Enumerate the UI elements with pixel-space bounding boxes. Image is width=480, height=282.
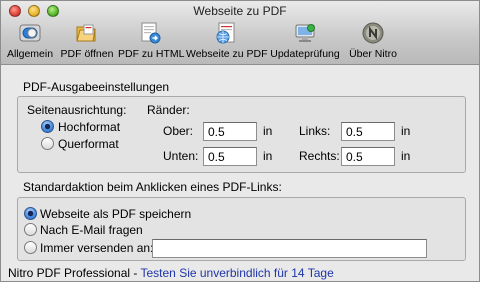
top-margin-unit: in (263, 124, 273, 138)
ask-email-label[interactable]: Nach E-Mail fragen (40, 223, 143, 237)
toolbar-label: Webseite zu PDF (186, 48, 268, 60)
titlebar: Webseite zu PDF Allgemein PDF öffnen PDF… (1, 1, 479, 65)
top-margin-input[interactable] (203, 122, 257, 141)
save-as-pdf-radio[interactable] (24, 207, 37, 220)
right-margin-label: Rechts: (299, 149, 340, 163)
landscape-radio[interactable] (41, 137, 54, 150)
left-margin-label: Links: (299, 124, 331, 138)
always-send-radio[interactable] (24, 241, 37, 254)
window-title: Webseite zu PDF (193, 4, 287, 18)
toolbar-label: PDF zu HTML (118, 48, 185, 60)
globe-pdf-icon (216, 22, 235, 44)
pdf-to-html-icon (141, 22, 161, 44)
toolbar-label: Updateprüfung (270, 48, 340, 60)
toolbar-label: Über Nitro (349, 48, 397, 60)
switch-icon (19, 24, 41, 42)
always-send-label[interactable]: Immer versenden an: (40, 241, 153, 255)
folder-open-icon (76, 24, 96, 42)
update-icon (295, 24, 315, 42)
margins-label: Ränder: (147, 103, 190, 117)
save-as-pdf-label[interactable]: Webseite als PDF speichern (40, 207, 191, 221)
toolbar-label: Allgemein (6, 48, 54, 60)
send-to-email-input[interactable] (152, 239, 427, 258)
bottom-margin-label: Unten: (163, 149, 199, 163)
toolbar-ueber-nitro[interactable]: Über Nitro (345, 19, 401, 63)
orientation-label: Seitenausrichtung: (27, 103, 127, 117)
right-margin-unit: in (401, 149, 411, 163)
nitro-logo-icon (362, 22, 384, 44)
trial-link[interactable]: Testen Sie unverbindlich für 14 Tage (141, 266, 334, 280)
bottom-margin-input[interactable] (203, 147, 257, 166)
footer-product-text: Nitro PDF Professional - (8, 266, 141, 280)
top-margin-label: Ober: (163, 124, 194, 138)
toolbar-pdf-oeffnen[interactable]: PDF öffnen (57, 19, 117, 63)
toolbar-webseite-zu-pdf[interactable]: Webseite zu PDF (186, 19, 268, 63)
ask-email-radio[interactable] (24, 223, 37, 236)
left-margin-unit: in (401, 124, 411, 138)
portrait-label[interactable]: Hochformat (58, 120, 120, 134)
footer-line: Nitro PDF Professional - Testen Sie unve… (8, 266, 334, 280)
default-action-title: Standardaktion beim Anklicken eines PDF-… (20, 180, 285, 194)
left-margin-input[interactable] (341, 122, 395, 141)
toolbar-label: PDF öffnen (60, 48, 114, 60)
output-settings-group: Seitenausrichtung: Hochformat Querformat… (17, 96, 466, 173)
preferences-window: Webseite zu PDF Allgemein PDF öffnen PDF… (0, 0, 480, 282)
bottom-margin-unit: in (263, 149, 273, 163)
right-margin-input[interactable] (341, 147, 395, 166)
output-settings-title: PDF-Ausgabeeinstellungen (20, 80, 173, 94)
toolbar-pdf-zu-html[interactable]: PDF zu HTML (118, 19, 185, 63)
toolbar-allgemein[interactable]: Allgemein (3, 19, 57, 63)
toolbar-updatepruefung[interactable]: Updateprüfung (269, 19, 341, 63)
default-action-group: Webseite als PDF speichern Nach E-Mail f… (17, 197, 466, 261)
landscape-label[interactable]: Querformat (58, 137, 119, 151)
portrait-radio[interactable] (41, 120, 54, 133)
